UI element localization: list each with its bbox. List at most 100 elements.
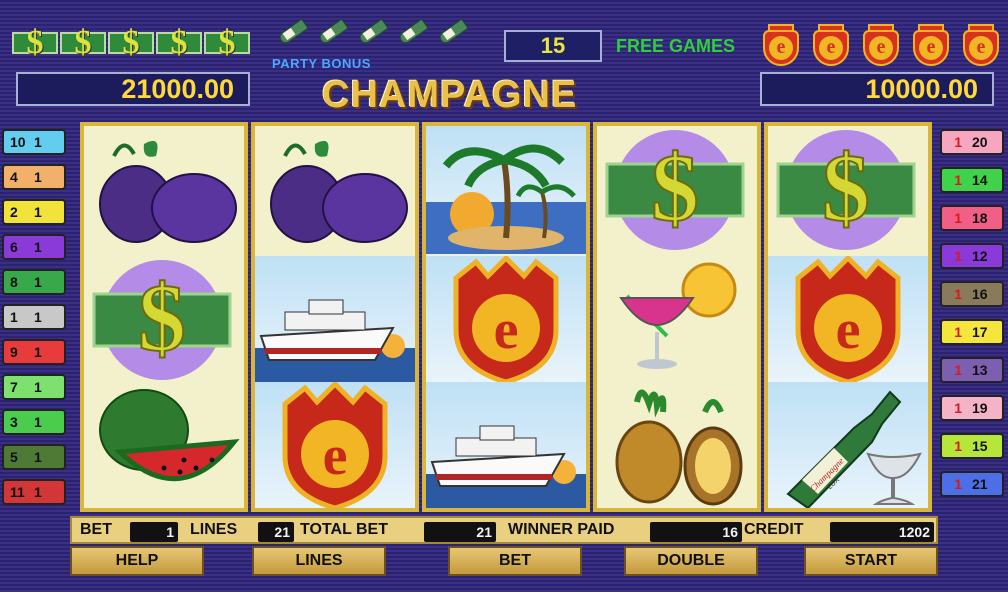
- dollar-icon: $: [84, 256, 244, 384]
- line-tag-right[interactable]: 1 19: [940, 395, 1004, 421]
- line-number: 7: [10, 379, 18, 395]
- line-value: 1: [34, 169, 42, 185]
- line-value: 1: [954, 476, 962, 492]
- free-games-counter: 15: [504, 30, 602, 62]
- e-shield-icon: e: [255, 380, 415, 508]
- plum-icon: [84, 126, 244, 254]
- line-number: 9: [10, 344, 18, 360]
- e-shields-row: e e e e e: [760, 24, 1002, 68]
- line-number: 11: [10, 484, 25, 500]
- game-title: CHAMPAGNE: [322, 74, 578, 116]
- line-tag-left[interactable]: 31: [2, 409, 66, 435]
- dollar-icon: $: [597, 126, 757, 254]
- line-tag-left[interactable]: 51: [2, 444, 66, 470]
- line-value: 1: [34, 414, 42, 430]
- line-number: 18: [972, 210, 988, 226]
- cruise-ship-icon: [255, 256, 415, 384]
- line-tag-right[interactable]: 1 21: [940, 471, 1004, 497]
- line-tag-right[interactable]: 1 17: [940, 319, 1004, 345]
- total-bet-value: 21: [424, 522, 496, 542]
- line-tag-right[interactable]: 1 18: [940, 205, 1004, 231]
- bet-button[interactable]: BET: [448, 546, 582, 576]
- free-games-label: FREE GAMES: [616, 36, 736, 56]
- credit-value: 1202: [830, 522, 934, 542]
- line-tag-left[interactable]: 10 1: [2, 129, 66, 155]
- line-tag-left[interactable]: 11 1: [2, 479, 66, 505]
- cocktail-icon: [597, 256, 757, 384]
- champagne-bottle-icon: [272, 14, 309, 58]
- line-value: 1: [954, 362, 962, 378]
- e-shield-icon: e: [860, 24, 902, 68]
- lines-button[interactable]: LINES: [252, 546, 386, 576]
- double-button[interactable]: DOUBLE: [624, 546, 758, 576]
- e-shield-icon: e: [768, 254, 928, 385]
- line-tag-left[interactable]: 11: [2, 304, 66, 330]
- line-number: 19: [972, 400, 988, 416]
- line-number: 20: [972, 134, 988, 150]
- start-button[interactable]: START: [804, 546, 938, 576]
- line-value: 1: [954, 286, 962, 302]
- left-jackpot-amount: 21000.00: [16, 72, 250, 106]
- right-jackpot-amount: 10000.00: [760, 72, 994, 106]
- dollar-bill-icon: $: [108, 22, 154, 64]
- line-value: 1: [34, 134, 42, 150]
- champagne-bottle-icon: [352, 14, 389, 58]
- e-shield-icon: e: [810, 24, 852, 68]
- line-number: 21: [972, 476, 988, 492]
- line-tag-left[interactable]: 21: [2, 199, 66, 225]
- bet-label: BET: [80, 521, 112, 538]
- line-tag-left[interactable]: 61: [2, 234, 66, 260]
- reel-4: $: [593, 122, 761, 512]
- lines-value: 21: [258, 522, 294, 542]
- line-value: 1: [954, 324, 962, 340]
- line-number: 8: [10, 274, 18, 290]
- line-value: 1: [34, 274, 42, 290]
- line-tag-left[interactable]: 91: [2, 339, 66, 365]
- line-number: 15: [972, 438, 988, 454]
- svg-text:$: $: [138, 264, 186, 371]
- line-number: 1: [10, 309, 18, 325]
- line-value: 1: [954, 134, 962, 150]
- reel-2: e: [251, 122, 419, 512]
- line-tag-left[interactable]: 41: [2, 164, 66, 190]
- line-tag-right[interactable]: 1 20: [940, 129, 1004, 155]
- line-tag-right[interactable]: 1 12: [940, 243, 1004, 269]
- help-button[interactable]: HELP: [70, 546, 204, 576]
- e-shield-icon: e: [960, 24, 1002, 68]
- e-shield-icon: e: [760, 24, 802, 68]
- champagne-bottle-icon: [432, 14, 469, 58]
- line-tag-left[interactable]: 71: [2, 374, 66, 400]
- credit-label: CREDIT: [744, 521, 804, 538]
- line-value: 1: [34, 309, 42, 325]
- dollar-bill-icon: $: [60, 22, 106, 64]
- line-tag-right[interactable]: 1 13: [940, 357, 1004, 383]
- svg-text:$: $: [822, 134, 870, 241]
- pineapple-icon: [597, 382, 757, 508]
- winner-paid-value: 16: [650, 522, 742, 542]
- reel-1: $: [80, 122, 248, 512]
- line-tag-right[interactable]: 1 16: [940, 281, 1004, 307]
- line-value: 1: [34, 344, 42, 360]
- status-bar: BET 1 LINES 21 TOTAL BET 21 WINNER PAID …: [70, 516, 938, 544]
- line-number: 12: [972, 248, 988, 264]
- dollar-bill-icon: $: [204, 22, 250, 64]
- bottles-row: [272, 14, 469, 58]
- line-number: 2: [10, 204, 18, 220]
- line-value: 1: [34, 239, 42, 255]
- line-number: 3: [10, 414, 18, 430]
- line-number: 17: [972, 324, 988, 340]
- line-number: 5: [10, 449, 18, 465]
- line-tag-right[interactable]: 1 15: [940, 433, 1004, 459]
- bet-value: 1: [130, 522, 178, 542]
- line-value: 1: [34, 484, 42, 500]
- line-value: 1: [954, 438, 962, 454]
- top-bar: $ $ $ $ $ PARTY BONUS 15 FREE GAMES e e …: [0, 0, 1008, 118]
- line-tag-left[interactable]: 81: [2, 269, 66, 295]
- dollar-bill-icon: $: [12, 22, 58, 64]
- line-value: 1: [34, 379, 42, 395]
- line-tag-right[interactable]: 1 14: [940, 167, 1004, 193]
- line-value: 1: [34, 204, 42, 220]
- line-number: 13: [972, 362, 988, 378]
- champagne-bottle-icon: [392, 14, 429, 58]
- line-number: 16: [972, 286, 988, 302]
